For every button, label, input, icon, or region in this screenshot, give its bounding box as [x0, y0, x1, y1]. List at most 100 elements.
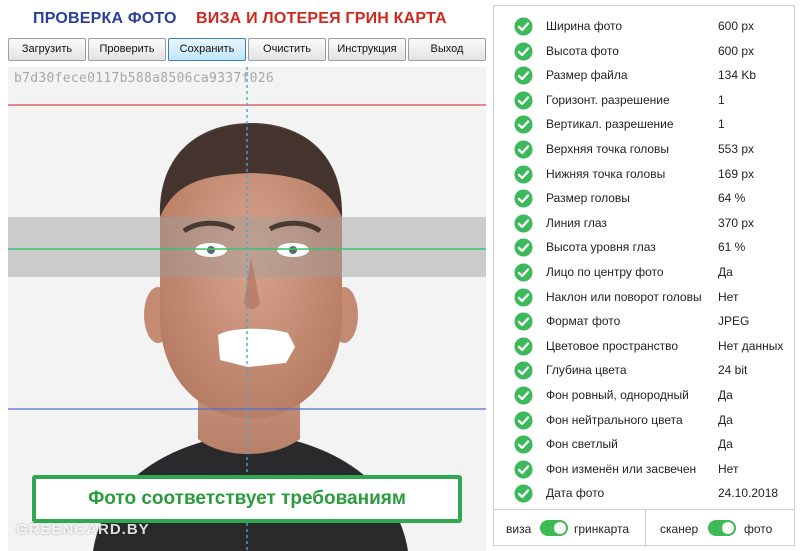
check-row: Ширина фото 600 px [494, 14, 794, 38]
status-message: Фото соответствует требованиям [88, 488, 406, 509]
check-circle-icon [514, 337, 533, 356]
check-row: Фон изменён или засвечен Нет [494, 457, 794, 481]
check-value: Нет [718, 461, 739, 476]
check-value: 24.10.2018 [718, 486, 779, 501]
check-label: Фон нейтрального цвета [546, 412, 683, 427]
toggle-photo-label: фото [744, 522, 773, 536]
check-value: 61 % [718, 240, 746, 255]
check-circle-icon [514, 386, 533, 405]
check-value: Да [718, 412, 733, 427]
check-row: Нижняя точка головы 169 px [494, 162, 794, 186]
check-row: Глубина цвета 24 bit [494, 358, 794, 382]
load-button[interactable]: Загрузить [8, 38, 86, 61]
check-circle-icon [514, 288, 533, 307]
clear-button[interactable]: Очистить [248, 38, 326, 61]
check-label: Наклон или поворот головы [546, 289, 702, 304]
watermark: GREENCARD.BY [16, 521, 150, 538]
check-circle-icon [514, 189, 533, 208]
instructions-button[interactable]: Инструкция [328, 38, 406, 61]
mouth-mask [218, 328, 295, 367]
check-circle-icon [514, 460, 533, 479]
check-value: 169 px [718, 166, 755, 181]
check-button[interactable]: Проверить [88, 38, 166, 61]
check-label: Дата фото [546, 486, 605, 501]
check-row: Фон ровный, однородный Да [494, 383, 794, 407]
check-value: 1 [718, 117, 725, 132]
check-row: Наклон или поворот головы Нет [494, 285, 794, 309]
check-value: Нет данных [718, 338, 784, 353]
check-label: Высота фото [546, 43, 619, 58]
check-label: Вертикал. разрешение [546, 117, 674, 132]
check-label: Лицо по центру фото [546, 265, 664, 279]
check-value: 600 px [718, 19, 755, 33]
check-label: Фон ровный, однородный [546, 388, 689, 402]
check-circle-icon [514, 411, 533, 430]
exit-button[interactable]: Выход [408, 38, 486, 61]
check-value: Нет [718, 289, 739, 304]
app-header: ПРОВЕРКА ФОТО ВИЗА И ЛОТЕРЕЯ ГРИН КАРТА [0, 0, 490, 36]
toggle-scanner-label: сканер [660, 522, 699, 536]
app-title-visa-lottery: ВИЗА И ЛОТЕРЕЯ ГРИН КАРТА [196, 10, 447, 27]
panel-footer: виза гринкарта сканер фото [494, 509, 794, 547]
check-label: Размер головы [546, 191, 630, 206]
save-button[interactable]: Сохранить [168, 38, 246, 61]
check-label: Цветовое пространство [546, 338, 679, 353]
check-circle-icon [514, 214, 533, 233]
photo-preview: b7d30fece0117b588a8506ca9337f026 Фото со… [8, 67, 486, 551]
app-title-photo-check: ПРОВЕРКА ФОТО [33, 10, 177, 27]
check-circle-icon [514, 17, 533, 36]
check-value: 134 Kb [718, 68, 757, 83]
check-value: Да [718, 437, 733, 452]
check-row: Высота фото 600 px [494, 39, 794, 63]
check-label: Горизонт. разрешение [546, 92, 670, 107]
check-label: Формат фото [546, 314, 621, 329]
check-value: 64 % [718, 191, 746, 206]
check-row: Высота уровня глаз 61 % [494, 235, 794, 259]
check-label: Линия глаз [546, 215, 607, 230]
check-circle-icon [514, 361, 533, 380]
check-value: JPEG [718, 314, 750, 329]
check-value: Да [718, 265, 733, 279]
results-panel: Ширина фото 600 px Высота фото 600 px Размер… [493, 5, 795, 547]
toolbar: Загрузить Проверить Сохранить Очистить И… [8, 38, 486, 62]
check-row: Линия глаз 370 px [494, 211, 794, 235]
check-row: Горизонт. разрешение 1 [494, 88, 794, 112]
check-label: Ширина фото [546, 19, 623, 33]
check-value: 553 px [718, 142, 755, 156]
check-value: 24 bit [718, 363, 748, 378]
check-value: 1 [718, 92, 725, 107]
check-circle-icon [514, 435, 533, 454]
check-value: 600 px [718, 43, 755, 58]
check-row: Верхняя точка головы 553 px [494, 137, 794, 161]
check-label: Верхняя точка головы [546, 142, 670, 156]
check-circle-icon [514, 115, 533, 134]
check-row: Фон нейтрального цвета Да [494, 408, 794, 432]
check-circle-icon [514, 238, 533, 257]
check-row: Дата фото 24.10.2018 [494, 481, 794, 505]
check-label: Высота уровня глаз [546, 240, 656, 255]
check-row: Цветовое пространство Нет данных [494, 334, 794, 358]
check-circle-icon [514, 42, 533, 61]
check-label: Нижняя точка головы [546, 166, 666, 181]
toggle-visa-label: виза [506, 522, 532, 536]
check-value: 370 px [718, 215, 755, 230]
check-circle-icon [514, 165, 533, 184]
check-circle-icon [514, 91, 533, 110]
photo-hash: b7d30fece0117b588a8506ca9337f026 [14, 71, 275, 86]
check-row: Вертикал. разрешение 1 [494, 112, 794, 136]
check-circle-icon [514, 66, 533, 85]
check-value: Да [718, 388, 733, 402]
check-label: Фон изменён или засвечен [546, 461, 697, 476]
status-box: Фото соответствует требованиям [32, 475, 462, 523]
check-circle-icon [514, 484, 533, 503]
check-row: Фон светлый Да [494, 432, 794, 456]
check-row: Формат фото JPEG [494, 309, 794, 333]
check-label: Фон светлый [546, 437, 618, 452]
check-label: Глубина цвета [546, 363, 627, 378]
footer-divider [645, 510, 646, 547]
scanner-photo-toggle[interactable] [708, 520, 736, 536]
check-label: Размер файла [546, 68, 628, 83]
visa-greencard-toggle[interactable] [540, 520, 568, 536]
check-circle-icon [514, 312, 533, 331]
check-circle-icon [514, 263, 533, 282]
